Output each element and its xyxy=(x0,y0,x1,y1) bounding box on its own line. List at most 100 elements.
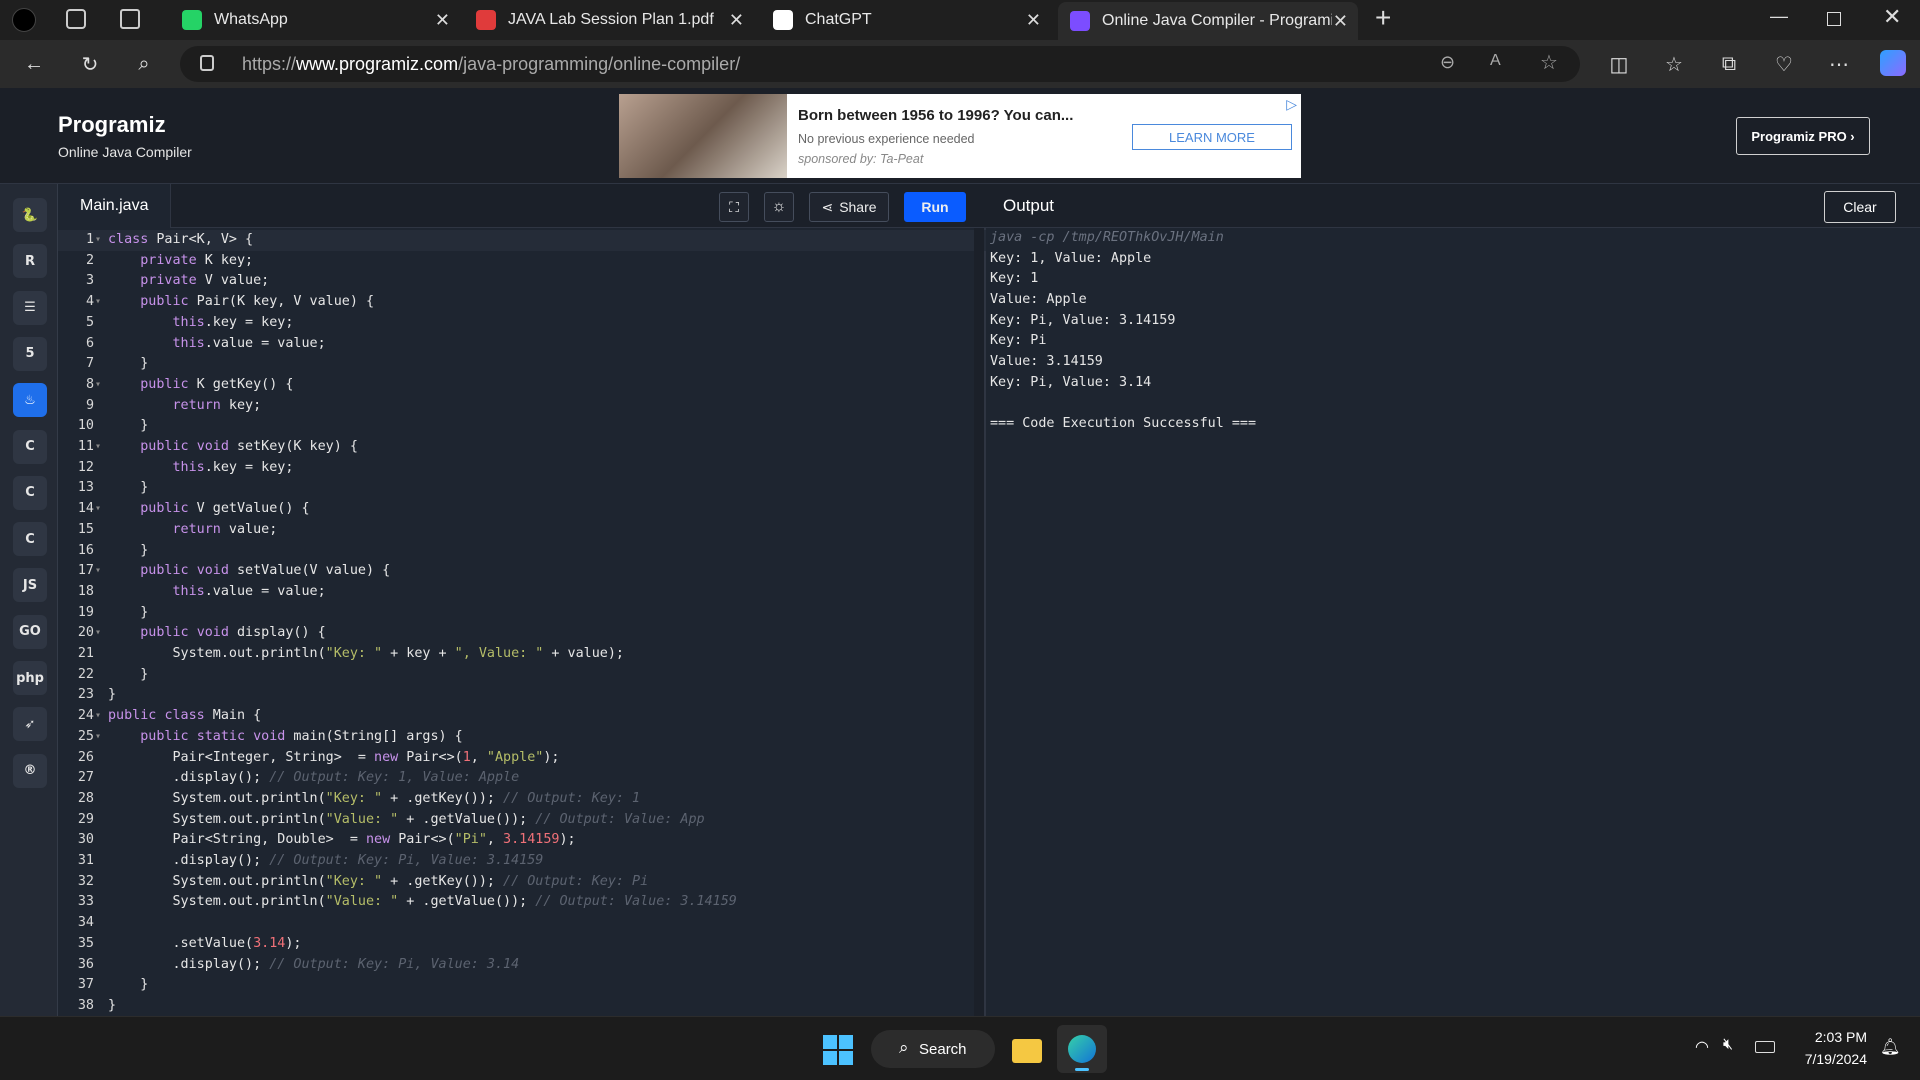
code-line[interactable]: 23} xyxy=(58,685,986,706)
sidebar-item-php[interactable]: php xyxy=(13,661,47,695)
code-line[interactable]: 19 } xyxy=(58,603,986,624)
code-line[interactable]: 4 ▾ public Pair(K key, V value) { xyxy=(58,292,986,313)
back-icon[interactable]: ← xyxy=(20,50,48,78)
sidebar-item-js[interactable]: JS xyxy=(13,568,47,603)
sidebar-item-c[interactable]: C xyxy=(13,429,47,464)
browser-tab[interactable]: JAVA Lab Session Plan 1.pdf ✕ xyxy=(464,4,754,36)
code-line[interactable]: 22 } xyxy=(58,665,986,686)
wifi-icon[interactable]: ◠ xyxy=(1695,1037,1709,1057)
fold-arrow-icon[interactable]: ▾ xyxy=(95,706,101,727)
code-line[interactable]: 29 System.out.println("Value: " + .getVa… xyxy=(58,810,986,831)
code-line[interactable]: 18 this.value = value; xyxy=(58,582,986,603)
file-tab-main-java[interactable]: Main.java xyxy=(58,184,172,228)
fold-arrow-icon[interactable]: ▾ xyxy=(95,499,101,520)
code-line[interactable]: 33 System.out.println("Value: " + .getVa… xyxy=(58,892,986,913)
sidebar-item-html[interactable]: 5 xyxy=(13,336,47,371)
ad-choices-icon[interactable]: ▷ xyxy=(1286,96,1297,113)
minimize-button[interactable]: — xyxy=(1770,6,1788,27)
browser-tab[interactable]: Online Java Compiler - Programiz ✕ xyxy=(1058,2,1358,40)
code-line[interactable]: 14 ▾ public V getValue() { xyxy=(58,499,986,520)
programiz-logo[interactable]: Programiz xyxy=(58,112,166,138)
code-line[interactable]: 27 .display(); // Output: Key: 1, Value:… xyxy=(58,768,986,789)
read-aloud-icon[interactable]: A xyxy=(1490,52,1501,70)
code-line[interactable]: 31 .display(); // Output: Key: Pi, Value… xyxy=(58,851,986,872)
close-tab-icon[interactable]: ✕ xyxy=(729,10,744,31)
code-line[interactable]: 17 ▾ public void setValue(V value) { xyxy=(58,561,986,582)
close-tab-icon[interactable]: ✕ xyxy=(1026,10,1041,31)
new-tab-button[interactable]: + xyxy=(1375,2,1391,34)
code-line[interactable]: 25 ▾ public static void main(String[] arg… xyxy=(58,727,986,748)
fold-arrow-icon[interactable]: ▾ xyxy=(95,437,101,458)
code-line[interactable]: 37 } xyxy=(58,975,986,996)
fold-arrow-icon[interactable]: ▾ xyxy=(95,375,101,396)
search-icon[interactable]: ⌕ xyxy=(130,50,158,78)
code-line[interactable]: 10 } xyxy=(58,416,986,437)
start-button[interactable] xyxy=(823,1035,853,1065)
file-explorer-icon[interactable] xyxy=(1012,1039,1042,1063)
browser-tab[interactable]: ChatGPT ✕ xyxy=(761,4,1051,36)
sidebar-item-rust[interactable]: ® xyxy=(13,753,47,788)
code-line[interactable]: 7 } xyxy=(58,354,986,375)
browser-essentials-icon[interactable]: ♡ xyxy=(1770,50,1798,78)
fold-arrow-icon[interactable]: ▾ xyxy=(95,623,101,644)
code-line[interactable]: 21 System.out.println("Key: " + key + ",… xyxy=(58,644,986,665)
favorites-icon[interactable]: ☆ xyxy=(1660,50,1688,78)
sidebar-item-csharp[interactable]: C xyxy=(13,522,47,557)
fold-arrow-icon[interactable]: ▾ xyxy=(95,727,101,748)
sidebar-item-cpp[interactable]: C xyxy=(13,475,47,510)
collections-icon[interactable]: ⧉ xyxy=(1715,50,1743,78)
sidebar-item-python[interactable]: 🐍 xyxy=(13,198,47,232)
refresh-icon[interactable]: ↻ xyxy=(76,50,104,78)
code-line[interactable]: 11 ▾ public void setKey(K key) { xyxy=(58,437,986,458)
code-area[interactable]: 1 ▾ class Pair<K, V> {2 private K key; 3 pr… xyxy=(58,228,986,1016)
notification-bell-icon[interactable]: 🔔︎ xyxy=(1880,1037,1900,1057)
code-line[interactable]: 13 } xyxy=(58,478,986,499)
programiz-pro-button[interactable]: Programiz PRO › xyxy=(1736,117,1870,155)
code-line[interactable]: 34 xyxy=(58,913,986,934)
zoom-icon[interactable]: ⊖ xyxy=(1440,52,1455,73)
code-line[interactable]: 12 this.key = key; xyxy=(58,458,986,479)
code-line[interactable]: 5 this.key = key; xyxy=(58,313,986,334)
code-line[interactable]: 24 ▾ public class Main { xyxy=(58,706,986,727)
workspaces-icon[interactable] xyxy=(66,9,86,29)
code-line[interactable]: 35 .setValue(3.14); xyxy=(58,934,986,955)
more-options-icon[interactable]: ⋯ xyxy=(1825,50,1853,78)
sidebar-item-go[interactable]: GO xyxy=(13,614,47,649)
code-line[interactable]: 16 } xyxy=(58,541,986,562)
code-line[interactable]: 26 Pair<Integer, String> = new Pair<>(1,… xyxy=(58,748,986,769)
tab-actions-icon[interactable] xyxy=(120,9,140,29)
clock-time[interactable]: 2:03 PM xyxy=(1795,1029,1867,1045)
code-line[interactable]: 15 return value; xyxy=(58,520,986,541)
fold-arrow-icon[interactable]: ▾ xyxy=(95,292,101,313)
split-screen-icon[interactable]: ◫ xyxy=(1605,50,1633,78)
browser-tab[interactable]: WhatsApp ✕ xyxy=(170,4,460,36)
code-line[interactable]: 2 private K key; xyxy=(58,251,986,272)
battery-icon[interactable] xyxy=(1755,1041,1775,1053)
sidebar-item-swift[interactable]: ➶ xyxy=(13,707,47,742)
code-line[interactable]: 1 ▾ class Pair<K, V> { xyxy=(58,230,986,251)
ad-banner[interactable]: Born between 1956 to 1996? You can... No… xyxy=(619,94,1301,178)
restore-button[interactable] xyxy=(1827,12,1841,26)
code-line[interactable]: 3 private V value; xyxy=(58,271,986,292)
url-field[interactable]: https://www.programiz.com/java-programmi… xyxy=(180,46,1580,82)
close-window-button[interactable]: ✕ xyxy=(1883,4,1901,30)
favorite-star-icon[interactable]: ☆ xyxy=(1540,50,1558,75)
code-line[interactable]: 6 this.value = value; xyxy=(58,334,986,355)
close-tab-icon[interactable]: ✕ xyxy=(435,10,450,31)
sidebar-item-java[interactable]: ♨ xyxy=(13,383,47,418)
fold-arrow-icon[interactable]: ▾ xyxy=(95,561,101,582)
code-line[interactable]: 30 Pair<String, Double> = new Pair<>("Pi… xyxy=(58,830,986,851)
theme-toggle-button[interactable]: ☼ xyxy=(764,192,794,222)
code-line[interactable]: 32 System.out.println("Key: " + .getKey(… xyxy=(58,872,986,893)
editor-scrollbar[interactable] xyxy=(974,228,984,1016)
code-line[interactable]: 20 ▾ public void display() { xyxy=(58,623,986,644)
fold-arrow-icon[interactable]: ▾ xyxy=(95,230,101,251)
edge-taskbar-icon[interactable] xyxy=(1057,1025,1107,1073)
code-line[interactable]: 28 System.out.println("Key: " + .getKey(… xyxy=(58,789,986,810)
sidebar-item-sql[interactable]: ☰ xyxy=(13,290,47,325)
volume-muted-icon[interactable]: 🔇︎ xyxy=(1723,1036,1733,1054)
close-tab-icon[interactable]: ✕ xyxy=(1333,11,1348,32)
clear-button[interactable]: Clear xyxy=(1824,191,1896,223)
profile-avatar[interactable] xyxy=(12,8,36,32)
code-line[interactable]: 9 return key; xyxy=(58,396,986,417)
